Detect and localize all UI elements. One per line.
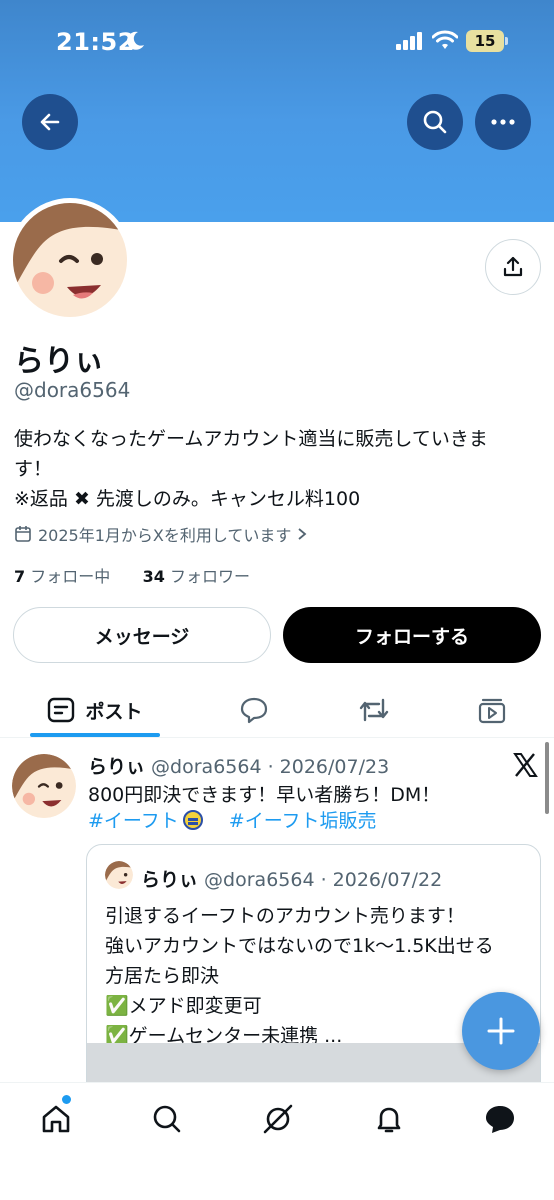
post-header: らりぃ @dora6564 · 2026/07/23 xyxy=(88,752,389,779)
profile-bio: 使わなくなったゲームアカウント適当に販売していきま す！ ※返品 ✖ 先渡しのみ… xyxy=(14,424,534,514)
quoted-post-meta: @dora6564 · 2026/07/22 xyxy=(198,869,443,891)
quoted-line: 強いアカウントではないので1k〜1.5K出せる xyxy=(105,935,494,957)
profile-name: らりぃ xyxy=(14,344,104,379)
compose-button[interactable] xyxy=(462,992,540,1070)
avatar-face-icon xyxy=(12,754,76,818)
search-icon xyxy=(423,110,447,134)
scrollbar[interactable] xyxy=(545,742,549,814)
profile-avatar[interactable] xyxy=(8,198,132,322)
efootball-emoji-icon xyxy=(182,809,203,830)
tab-posts-label: ポスト xyxy=(85,700,143,723)
bio-line: す！ xyxy=(14,458,53,480)
avatar-face-icon xyxy=(105,861,133,889)
nav-grok[interactable] xyxy=(258,1099,298,1139)
nav-messages[interactable] xyxy=(480,1099,520,1139)
quoted-post[interactable]: らりぃ @dora6564 · 2026/07/22 引退するイーフトのアカウン… xyxy=(86,844,541,1104)
explore-icon xyxy=(153,1105,181,1133)
replies-tab-icon xyxy=(240,697,268,724)
bottom-nav xyxy=(0,1082,554,1200)
calendar-icon xyxy=(15,526,31,542)
nav-explore[interactable] xyxy=(147,1099,187,1139)
nav-notifications[interactable] xyxy=(369,1099,409,1139)
reposts-tab-icon xyxy=(359,698,389,722)
quoted-post-header: らりぃ @dora6564 · 2026/07/22 xyxy=(141,865,442,892)
tab-replies[interactable] xyxy=(224,682,284,738)
followers-link[interactable]: 34 フォロワー xyxy=(143,567,256,586)
post-avatar[interactable] xyxy=(12,754,76,818)
back-arrow-icon xyxy=(40,113,60,131)
home-icon xyxy=(42,1105,70,1133)
avatar-face-icon xyxy=(13,203,127,317)
notifications-icon xyxy=(377,1107,401,1133)
following-link[interactable]: 7 フォロー中 xyxy=(14,567,116,586)
notification-dot xyxy=(62,1095,71,1104)
quoted-author-name: らりぃ xyxy=(141,869,199,891)
quoted-post-text: 引退するイーフトのアカウント売ります！ 強いアカウントではないので1k〜1.5K… xyxy=(105,901,494,1051)
following-label: フォロー中 xyxy=(30,567,111,586)
quoted-line: ✅メアド即変更可 xyxy=(105,995,262,1017)
post-hashtags: #イーフト #イーフト垢販売 xyxy=(88,806,377,833)
profile-tabs: ポスト xyxy=(0,682,554,738)
post-author-name: らりぃ xyxy=(88,756,146,778)
share-button[interactable] xyxy=(485,239,541,295)
joined-date[interactable]: 2025年1月からXを利用しています xyxy=(14,522,307,546)
following-count: 7 xyxy=(14,567,26,586)
follow-stats: 7 フォロー中 34 フォロワー xyxy=(14,563,262,587)
followers-count: 34 xyxy=(142,567,165,586)
message-button[interactable]: メッセージ xyxy=(13,607,271,663)
grok-icon xyxy=(263,1104,293,1134)
x-logo-icon xyxy=(513,753,538,777)
plus-icon xyxy=(487,1017,515,1045)
media-tab-icon xyxy=(478,698,506,724)
follow-button[interactable]: フォローする xyxy=(283,607,541,663)
profile-banner: 21:52 15 xyxy=(0,0,554,222)
followers-label: フォロワー xyxy=(169,567,250,586)
tab-media[interactable] xyxy=(462,682,522,738)
bio-line: ※返品 ✖ 先渡しのみ。キャンセル料100 xyxy=(14,488,361,510)
hashtag-link[interactable]: #イーフト垢販売 xyxy=(229,806,377,833)
share-icon xyxy=(503,256,523,277)
post-meta: @dora6564 · 2026/07/23 xyxy=(145,756,390,778)
chevron-right-icon xyxy=(298,528,307,540)
tab-posts[interactable]: ポスト xyxy=(30,682,160,738)
back-button[interactable] xyxy=(22,94,78,150)
quoted-line: 引退するイーフトのアカウント売ります！ xyxy=(105,905,465,927)
signal-icon xyxy=(396,32,422,50)
active-tab-indicator xyxy=(30,733,160,737)
bio-line: 使わなくなったゲームアカウント適当に販売していきま xyxy=(14,428,488,450)
moon-icon xyxy=(127,31,144,50)
posts-tab-icon xyxy=(48,697,75,723)
quoted-line: 方居たら即決 xyxy=(105,965,220,987)
more-icon xyxy=(491,119,515,125)
post-text: 800円即決できます！早い者勝ち！DM！ xyxy=(88,784,441,806)
search-button[interactable] xyxy=(407,94,463,150)
hashtag-link[interactable]: #イーフト xyxy=(88,806,179,833)
tab-reposts[interactable] xyxy=(344,682,404,738)
profile-handle: @dora6564 xyxy=(14,378,131,402)
status-bar: 21:52 15 xyxy=(0,26,554,58)
battery-icon: 15 xyxy=(466,30,508,52)
nav-home[interactable] xyxy=(36,1099,76,1139)
messages-icon xyxy=(486,1106,514,1133)
more-button[interactable] xyxy=(475,94,531,150)
wifi-icon xyxy=(432,30,458,49)
joined-text: 2025年1月からXを利用しています xyxy=(38,526,292,545)
battery-level: 15 xyxy=(474,32,496,50)
quoted-post-avatar xyxy=(105,861,133,889)
